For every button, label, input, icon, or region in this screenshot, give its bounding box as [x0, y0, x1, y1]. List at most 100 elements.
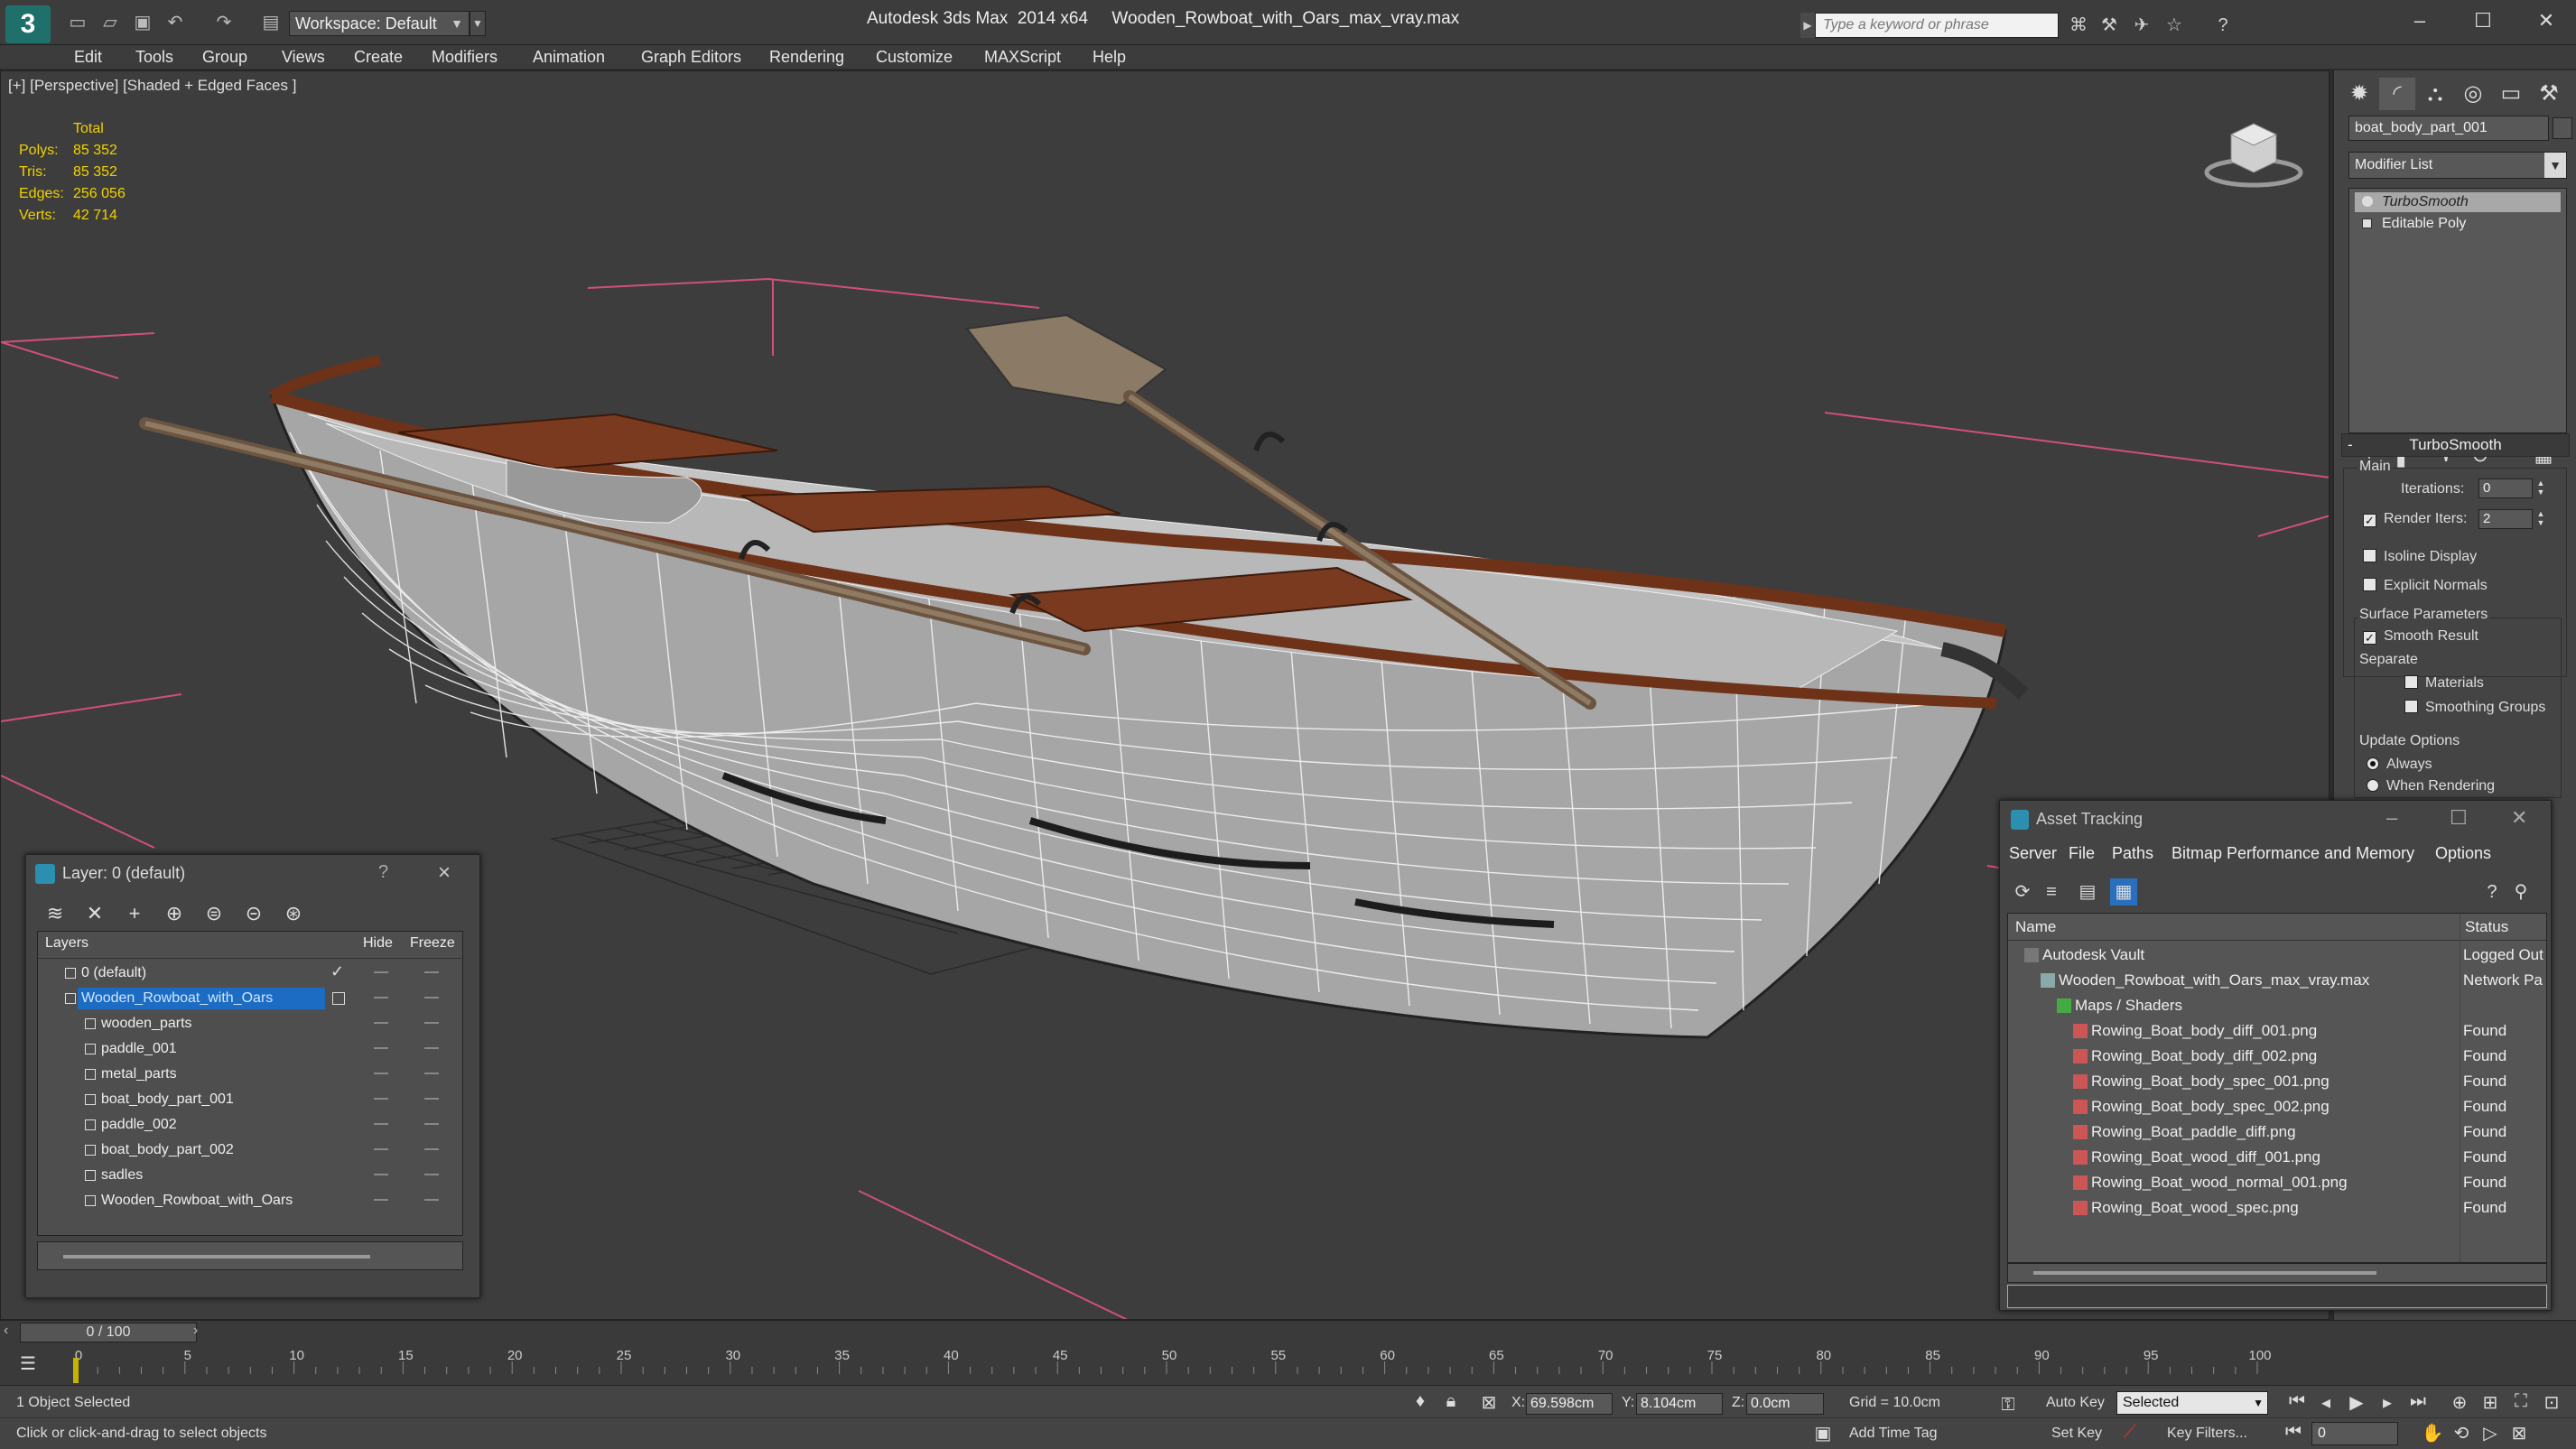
layer-row[interactable]: wooden_parts [38, 1011, 462, 1036]
field-of-view-icon[interactable]: ▷ [2478, 1422, 2503, 1444]
absolute-mode-icon[interactable]: ⊠ [1477, 1391, 1501, 1414]
project-folder-icon[interactable]: ▤ [258, 11, 284, 34]
layer-row[interactable]: 0 (default) ✓ [38, 961, 462, 986]
materials-row[interactable]: Materials [2404, 675, 2484, 692]
refresh-icon[interactable]: ⟳ [2009, 878, 2036, 906]
menu-tools[interactable]: Tools [135, 48, 173, 67]
freeze-toggle[interactable] [424, 1123, 439, 1125]
menu-graph-editors[interactable]: Graph Editors [641, 48, 741, 67]
minimize-button[interactable]: – [2386, 806, 2397, 830]
checkbox-checked[interactable]: ✓ [2363, 631, 2376, 645]
asset-row[interactable]: Rowing_Boat_body_spec_001.png Found [2008, 1069, 2546, 1094]
hide-toggle[interactable] [374, 1174, 388, 1175]
menu-maxscript[interactable]: MAXScript [984, 48, 1061, 67]
menu-customize[interactable]: Customize [876, 48, 953, 67]
layer-row[interactable]: boat_body_part_001 [38, 1087, 462, 1112]
set-key-button[interactable]: Set Key [2051, 1426, 2102, 1442]
select-objects-icon[interactable]: ⊕ [160, 900, 189, 927]
layer-row[interactable]: sadles [38, 1163, 462, 1188]
maximize-button[interactable]: ☐ [2465, 7, 2501, 34]
radio[interactable] [2367, 779, 2379, 792]
freeze-toggle[interactable] [424, 1199, 439, 1201]
save-icon[interactable]: ▣ [130, 11, 155, 34]
stack-item-editable-poly[interactable]: Editable Poly [2355, 214, 2561, 234]
search-input[interactable]: Type a keyword or phrase [1815, 13, 2059, 38]
layer-row[interactable]: metal_parts [38, 1062, 462, 1087]
checkbox[interactable] [2404, 700, 2418, 713]
expand-icon[interactable] [2362, 218, 2372, 228]
iterations-spinner[interactable]: 0 [2478, 478, 2533, 498]
hide-toggle[interactable] [374, 1123, 388, 1125]
utilities-tab-icon[interactable]: ⚒ [2531, 78, 2567, 110]
time-slider-thumb[interactable]: 0 / 100 [20, 1323, 197, 1342]
hide-toggle[interactable] [374, 971, 388, 973]
z-coordinate-field[interactable]: 0.0cm [1746, 1393, 1824, 1415]
help-icon[interactable]: ? [2210, 13, 2236, 38]
asset-row[interactable]: Rowing_Boat_wood_normal_001.png Found [2008, 1170, 2546, 1195]
go-to-start-icon[interactable]: ⏮ [2284, 1391, 2310, 1412]
next-frame-icon[interactable]: ▸ [2375, 1391, 2400, 1414]
freeze-toggle[interactable] [424, 1022, 439, 1024]
freeze-toggle[interactable] [424, 971, 439, 973]
asset-row[interactable]: Rowing_Boat_wood_spec.png Found [2008, 1195, 2546, 1221]
zoom-icon[interactable]: ⊕ [2447, 1391, 2472, 1414]
pan-icon[interactable]: ✋ [2420, 1422, 2445, 1444]
workspace-expand-button[interactable]: ▼ [470, 11, 486, 36]
track-bar[interactable]: ☰ 0 5 10 15 20 25 30 35 40 45 50 55 60 65 70 75 80 85 90 95… [0, 1343, 2576, 1385]
maximize-viewport-icon[interactable]: ⊠ [2506, 1422, 2532, 1444]
layer-row[interactable]: Wooden_Rowboat_with_Oars [38, 1188, 462, 1213]
menu-edit[interactable]: Edit [74, 48, 102, 67]
close-button[interactable]: ✕ [2528, 7, 2564, 34]
pin-icon[interactable]: ⚲ [2507, 878, 2534, 906]
checkbox-checked[interactable]: ✓ [2363, 514, 2376, 527]
modifier-list-dropdown[interactable]: Modifier List ▼ [2348, 152, 2567, 179]
go-to-end-icon[interactable]: ⏭ [2405, 1391, 2431, 1412]
freeze-toggle[interactable] [424, 1174, 439, 1175]
undo-icon[interactable]: ↶ [163, 11, 188, 34]
time-tag-icon[interactable]: ▣ [1811, 1422, 1835, 1444]
isolate-selection-icon[interactable]: ♦ [1409, 1391, 1432, 1412]
spinner-arrows-icon[interactable]: ▲ ▼ [2534, 509, 2547, 529]
set-key-mode-icon[interactable]: ⟋ [2118, 1422, 2142, 1443]
prev-frame-arrow-icon[interactable]: ‹ [4, 1323, 8, 1339]
table-view-icon[interactable]: ▦ [2110, 878, 2137, 906]
object-color-swatch[interactable] [2553, 117, 2572, 139]
checkbox[interactable] [2363, 578, 2376, 591]
horizontal-scrollbar[interactable] [2007, 1263, 2547, 1283]
column-name[interactable]: Name [2015, 918, 2056, 936]
asset-row[interactable]: Rowing_Boat_wood_diff_001.png Found [2008, 1145, 2546, 1170]
spinner-arrows-icon[interactable]: ▲ ▼ [2534, 478, 2547, 498]
close-icon[interactable]: × [438, 860, 451, 886]
freeze-toggle[interactable] [424, 1073, 439, 1074]
menu-views[interactable]: Views [282, 48, 325, 67]
hide-toggle[interactable] [374, 1073, 388, 1074]
checkbox[interactable] [2363, 549, 2376, 562]
radio-selected[interactable] [2367, 757, 2379, 770]
viewcube-icon[interactable] [2204, 116, 2303, 189]
menu-help[interactable]: Help [1093, 48, 1126, 67]
menu-file[interactable]: File [2069, 844, 2095, 863]
add-to-layer-icon[interactable]: + [120, 900, 149, 927]
orbit-icon[interactable]: ⟲ [2449, 1422, 2474, 1444]
asset-path-field[interactable] [2007, 1285, 2547, 1308]
zoom-all-icon[interactable]: ⊞ [2478, 1391, 2503, 1414]
menu-options[interactable]: Options [2435, 844, 2491, 863]
menu-server[interactable]: Server [2009, 844, 2057, 863]
lightbulb-icon[interactable] [2362, 196, 2373, 207]
active-layer-box-icon[interactable] [332, 992, 345, 1005]
freeze-toggle[interactable] [424, 1047, 439, 1049]
asset-row[interactable]: Rowing_Boat_body_spec_002.png Found [2008, 1094, 2546, 1119]
hierarchy-tab-icon[interactable]: ⛬ [2417, 78, 2453, 110]
create-tab-icon[interactable]: ✹ [2341, 78, 2377, 110]
motion-tab-icon[interactable]: ◎ [2455, 78, 2491, 110]
new-file-icon[interactable]: ▭ [65, 11, 90, 34]
smoothing-groups-row[interactable]: Smoothing Groups [2404, 700, 2545, 716]
zoom-extents-all-icon[interactable]: ⊡ [2539, 1391, 2564, 1414]
current-frame-marker[interactable] [73, 1358, 79, 1383]
menu-animation[interactable]: Animation [533, 48, 605, 67]
auto-key-button[interactable]: Auto Key [2046, 1395, 2105, 1411]
always-row[interactable]: Always [2367, 757, 2432, 773]
selection-lock-icon[interactable]: 🔒︎ [1439, 1391, 1463, 1412]
layer-row[interactable]: paddle_001 [38, 1036, 462, 1062]
display-tab-icon[interactable]: ▭ [2493, 78, 2529, 110]
